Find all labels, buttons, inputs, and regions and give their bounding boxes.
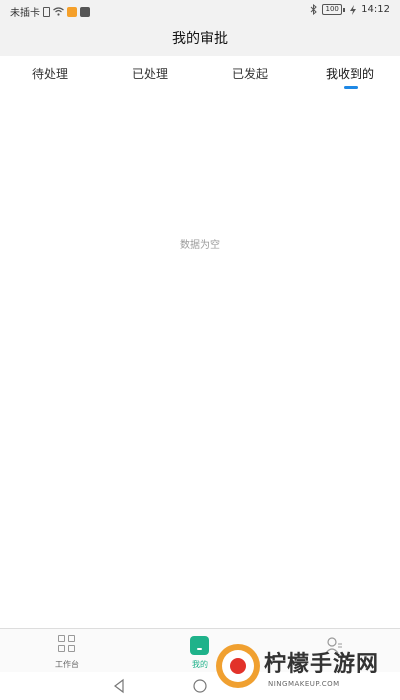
- tab-pending[interactable]: 待处理: [0, 56, 100, 92]
- watermark: 柠檬手游网 NINGMAKEUP.COM: [212, 638, 398, 698]
- status-bar: 未插卡 100 14:12: [0, 0, 400, 22]
- header: 我的审批: [0, 22, 400, 56]
- tab-label: 已处理: [131, 67, 168, 81]
- sim-card-icon: [43, 6, 50, 17]
- back-icon[interactable]: [112, 678, 126, 694]
- active-tab-indicator: [344, 86, 358, 89]
- tab-label: 已发起: [231, 67, 268, 81]
- charging-icon: [350, 4, 357, 15]
- page-title: 我的审批: [172, 31, 228, 47]
- tab-label: 待处理: [31, 67, 68, 81]
- watermark-title: 柠檬手游网: [264, 652, 380, 677]
- home-icon[interactable]: [193, 678, 207, 694]
- tab-processed[interactable]: 已处理: [100, 56, 200, 92]
- nav-label-workbench: 工作台: [55, 660, 79, 669]
- nav-item-workbench[interactable]: 工作台: [37, 633, 97, 671]
- battery-tip: [343, 7, 346, 12]
- grid-icon: [58, 635, 77, 654]
- mine-icon: [190, 636, 209, 655]
- battery-icon: 100: [322, 4, 346, 15]
- tab-label: 我收到的: [325, 67, 374, 81]
- tab-received[interactable]: 我收到的: [300, 56, 400, 92]
- empty-state-text: 数据为空: [180, 240, 220, 251]
- tab-bar: 待处理 已处理 已发起 我收到的: [0, 56, 400, 92]
- status-right: 100 14:12: [310, 4, 390, 15]
- status-left: 未插卡: [10, 4, 90, 19]
- notification-app-icon: [67, 6, 77, 17]
- notification-message-icon: [80, 6, 90, 17]
- carrier-text: 未插卡: [10, 8, 40, 19]
- tab-initiated[interactable]: 已发起: [200, 56, 300, 92]
- battery-level: 100: [322, 4, 343, 15]
- lemon-logo-icon: [216, 644, 260, 688]
- bluetooth-icon: [310, 4, 317, 15]
- watermark-subtitle: NINGMAKEUP.COM: [268, 680, 340, 688]
- wifi-icon: [53, 7, 64, 16]
- clock: 14:12: [361, 4, 390, 15]
